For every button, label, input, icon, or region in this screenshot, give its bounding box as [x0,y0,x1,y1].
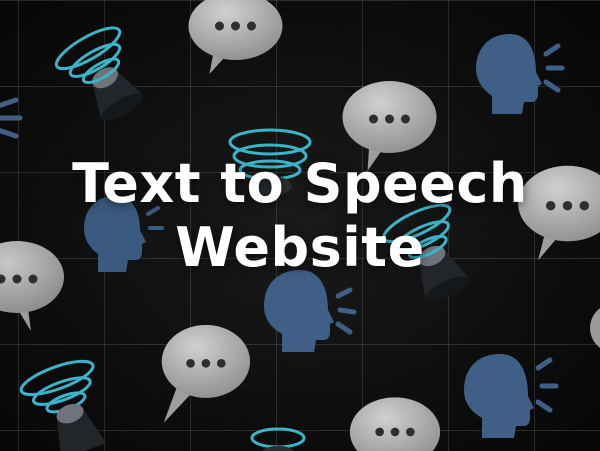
speech-bubble-icon [156,316,252,428]
speaking-head-icon [470,28,565,118]
speech-bubble-icon [588,298,600,358]
title-line-1: Text to Speech [72,152,528,215]
speaking-head-icon [0,96,28,140]
speaking-head-icon [456,346,560,446]
hero-banner: Text to Speech Website [0,0,600,451]
speaker-icon [16,359,120,451]
page-title: Text to Speech Website [0,152,600,280]
speech-bubble-icon [347,390,443,451]
speech-bubble-icon [183,0,288,78]
speaker-icon [248,418,308,451]
title-line-2: Website [175,216,425,279]
speaker-icon [52,24,156,128]
